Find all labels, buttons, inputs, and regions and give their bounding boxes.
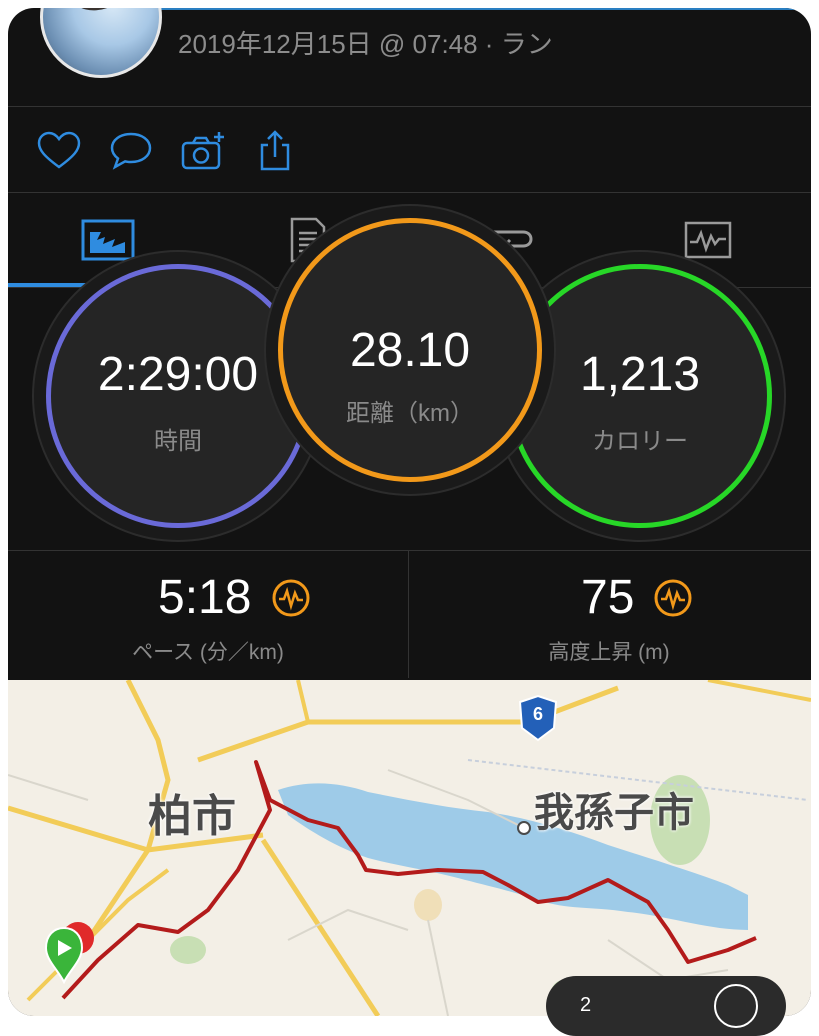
heart-icon [37, 131, 81, 169]
activity-graph-icon [684, 221, 732, 259]
activity-card: 2019年12月15日 @ 07:48 · ラン 2:29:00 時間 1,21… [8, 8, 811, 1016]
share-button[interactable] [250, 126, 300, 176]
distance-label: 距離（km） [346, 400, 474, 427]
pace-stat[interactable]: 5:18 ペース (分／km) [8, 550, 408, 678]
route-map[interactable]: 6 柏市 我孫子市 [8, 680, 811, 1016]
pace-label: ペース (分／km) [132, 641, 284, 664]
comment-icon [110, 132, 152, 170]
route-number-badge: 6 [532, 704, 543, 724]
top-border-line [48, 8, 811, 10]
time-label: 時間 [154, 428, 202, 455]
expand-icon [714, 984, 758, 1028]
activity-date-type: 2019年12月15日 @ 07:48 · ラン [178, 29, 553, 59]
chart-overview-icon [81, 219, 135, 261]
time-value: 2:29:00 [97, 348, 259, 401]
map-overlay-text: 2 [580, 994, 592, 1016]
share-icon [260, 130, 290, 171]
avatar[interactable] [40, 8, 162, 78]
like-button[interactable] [34, 126, 84, 176]
comment-button[interactable] [106, 126, 156, 176]
city-label-abiko: 我孫子市 [534, 791, 694, 835]
calories-ring: 1,213 カロリー [508, 264, 772, 528]
elevation-stat[interactable]: 75 高度上昇 (m) [409, 550, 809, 678]
time-ring: 2:29:00 時間 [46, 264, 310, 528]
map-overlay-button[interactable]: 2 [546, 976, 786, 1036]
elevation-value: 75 [581, 571, 635, 624]
pulse-badge-icon [272, 579, 310, 617]
distance-ring: 28.10 距離（km） [278, 218, 542, 482]
calories-value: 1,213 [579, 348, 701, 401]
pulse-badge-icon [654, 579, 692, 617]
map-background [8, 680, 811, 1016]
pace-value: 5:18 [158, 571, 252, 624]
divider [8, 106, 811, 107]
city-label-kashiwa: 柏市 [148, 792, 236, 841]
camera-add-icon [181, 132, 224, 170]
distance-value: 28.10 [349, 324, 471, 377]
elevation-label: 高度上昇 (m) [548, 641, 670, 664]
add-photo-button[interactable] [178, 126, 228, 176]
divider [8, 192, 811, 193]
calories-label: カロリー [592, 428, 688, 455]
